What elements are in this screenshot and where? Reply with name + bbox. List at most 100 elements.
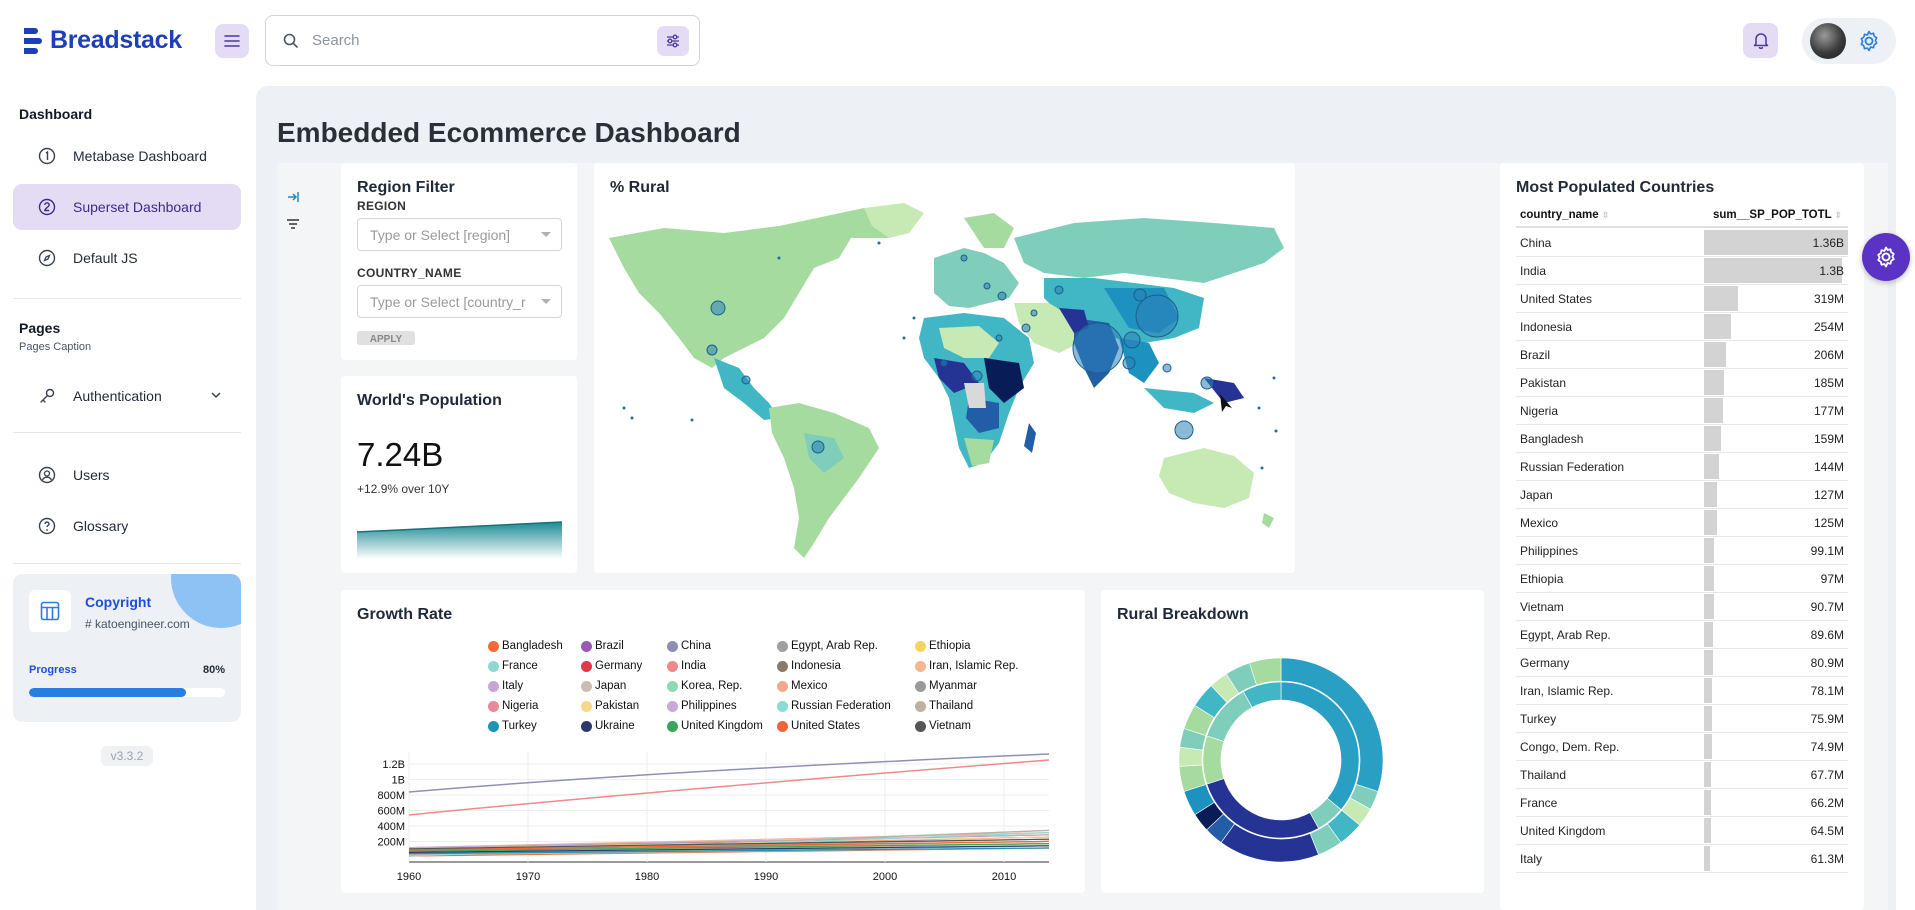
- table-row[interactable]: Italy 61.3M: [1516, 845, 1848, 873]
- legend-item[interactable]: Bangladesh: [488, 640, 563, 652]
- sidebar-item-label: Users: [73, 467, 110, 483]
- table-row[interactable]: Ethiopia 97M: [1516, 565, 1848, 593]
- legend-item[interactable]: Germany: [581, 660, 642, 672]
- sort-icon[interactable]: ⇳: [1835, 210, 1843, 220]
- legend-item[interactable]: Pakistan: [581, 700, 639, 712]
- notifications-button[interactable]: [1743, 23, 1778, 58]
- table-row[interactable]: Japan 127M: [1516, 481, 1848, 509]
- sidebar-item-metabase-dashboard[interactable]: Metabase Dashboard: [13, 133, 241, 179]
- sidebar-item-authentication[interactable]: Authentication: [13, 373, 241, 419]
- world-choropleth-map[interactable]: [604, 198, 1294, 568]
- table-row[interactable]: Thailand 67.7M: [1516, 761, 1848, 789]
- legend-item[interactable]: Korea, Rep.: [667, 680, 742, 692]
- floating-settings-button[interactable]: [1862, 233, 1910, 281]
- sort-icon[interactable]: ⇳: [1602, 210, 1610, 220]
- country-select[interactable]: Type or Select [country_r: [357, 285, 562, 318]
- table-row[interactable]: Philippines 99.1M: [1516, 537, 1848, 565]
- column-header-country[interactable]: country_name ⇳: [1520, 209, 1609, 221]
- sunburst-segment[interactable]: [1202, 735, 1225, 785]
- filter-icon[interactable]: [286, 218, 300, 230]
- sidebar-item-superset-dashboard[interactable]: Superset Dashboard: [13, 184, 241, 230]
- progress-value: 80%: [202, 664, 225, 676]
- legend-item[interactable]: Turkey: [488, 720, 537, 732]
- legend-item[interactable]: Brazil: [581, 640, 624, 652]
- legend-item[interactable]: Thailand: [915, 700, 973, 712]
- legend-item[interactable]: France: [488, 660, 538, 672]
- avatar[interactable]: [1810, 23, 1846, 59]
- table-row[interactable]: Congo, Dem. Rep. 74.9M: [1516, 733, 1848, 761]
- growth-line-chart[interactable]: 1.2B 1B 800M 600M 400M 200M 1960 1970 1980 1990 20…: [341, 740, 1085, 880]
- legend-item[interactable]: United Kingdom: [667, 720, 763, 732]
- table-row[interactable]: Germany 80.9M: [1516, 649, 1848, 677]
- legend-item[interactable]: Japan: [581, 680, 626, 692]
- legend-item[interactable]: Iran, Islamic Rep.: [915, 660, 1018, 672]
- table-row[interactable]: Russian Federation 144M: [1516, 453, 1848, 481]
- sidebar-item-label: Superset Dashboard: [73, 199, 202, 215]
- legend-item[interactable]: Russian Federation: [777, 700, 891, 712]
- legend-item[interactable]: India: [667, 660, 706, 672]
- legend-item[interactable]: China: [667, 640, 711, 652]
- apply-button[interactable]: APPLY: [357, 331, 415, 345]
- legend-label: France: [502, 660, 538, 672]
- population-value-cell: 254M: [1813, 320, 1844, 334]
- sidebar-item-default-js[interactable]: Default JS: [13, 235, 241, 281]
- population-value-cell: 78.1M: [1810, 684, 1844, 698]
- legend-item[interactable]: Vietnam: [915, 720, 971, 732]
- legend-item[interactable]: Mexico: [777, 680, 827, 692]
- table-row[interactable]: Brazil 206M: [1516, 341, 1848, 369]
- menu-toggle-button[interactable]: [215, 24, 249, 58]
- search-input[interactable]: [312, 32, 632, 49]
- table-row[interactable]: Indonesia 254M: [1516, 313, 1848, 341]
- rural-map-title: % Rural: [610, 179, 670, 196]
- table-row[interactable]: Vietnam 90.7M: [1516, 593, 1848, 621]
- table-row[interactable]: United States 319M: [1516, 285, 1848, 313]
- legend-swatch: [581, 700, 592, 712]
- caret-down-icon: [541, 232, 551, 237]
- bell-icon: [1753, 33, 1768, 49]
- sidebar-item-label: Default JS: [73, 250, 138, 266]
- table-row[interactable]: Iran, Islamic Rep. 78.1M: [1516, 677, 1848, 705]
- legend-label: Ethiopia: [929, 640, 971, 652]
- legend-item[interactable]: Italy: [488, 680, 523, 692]
- population-value-cell: 97M: [1820, 572, 1844, 586]
- population-value-cell: 99.1M: [1810, 544, 1844, 558]
- table-row[interactable]: United Kingdom 64.5M: [1516, 817, 1848, 845]
- search-filter-button[interactable]: [657, 26, 689, 56]
- sidebar-item-glossary[interactable]: Glossary: [13, 503, 241, 549]
- sidebar-item-users[interactable]: Users: [13, 452, 241, 498]
- chevron-down-icon[interactable]: [209, 388, 223, 402]
- legend-item[interactable]: Myanmar: [915, 680, 977, 692]
- table-row[interactable]: Nigeria 177M: [1516, 397, 1848, 425]
- expand-icon[interactable]: [286, 190, 300, 204]
- region-filter-title: Region Filter: [357, 179, 455, 196]
- table-row[interactable]: Egypt, Arab Rep. 89.6M: [1516, 621, 1848, 649]
- legend-label: Nigeria: [502, 700, 539, 712]
- gear-icon[interactable]: [1857, 29, 1881, 53]
- legend-item[interactable]: Indonesia: [777, 660, 841, 672]
- legend-item[interactable]: Nigeria: [488, 700, 538, 712]
- column-header-population[interactable]: sum__SP_POP_TOTL ⇳: [1713, 209, 1842, 221]
- population-value-cell: 125M: [1813, 516, 1844, 530]
- legend-swatch: [488, 720, 499, 732]
- legend-item[interactable]: United States: [777, 720, 860, 732]
- legend-item[interactable]: Ukraine: [581, 720, 635, 732]
- table-row[interactable]: France 66.2M: [1516, 789, 1848, 817]
- population-bar: [1704, 370, 1724, 395]
- profile-menu[interactable]: [1802, 18, 1896, 64]
- table-row[interactable]: Bangladesh 159M: [1516, 425, 1848, 453]
- table-row[interactable]: Pakistan 185M: [1516, 369, 1848, 397]
- legend-item[interactable]: Philippines: [667, 700, 737, 712]
- table-row[interactable]: Turkey 75.9M: [1516, 705, 1848, 733]
- region-select[interactable]: Type or Select [region]: [357, 218, 562, 251]
- sliders-icon: [667, 34, 679, 48]
- app-logo[interactable]: Breadstack: [24, 26, 182, 55]
- legend-swatch: [581, 680, 592, 692]
- rural-sunburst-chart[interactable]: [1176, 655, 1386, 865]
- x-tick-label: 2010: [992, 871, 1016, 880]
- table-row[interactable]: Mexico 125M: [1516, 509, 1848, 537]
- legend-item[interactable]: Ethiopia: [915, 640, 971, 652]
- table-row[interactable]: China 1.36B: [1516, 229, 1848, 257]
- legend-item[interactable]: Egypt, Arab Rep.: [777, 640, 878, 652]
- sunburst-segment[interactable]: [1178, 746, 1203, 767]
- table-row[interactable]: India 1.3B: [1516, 257, 1848, 285]
